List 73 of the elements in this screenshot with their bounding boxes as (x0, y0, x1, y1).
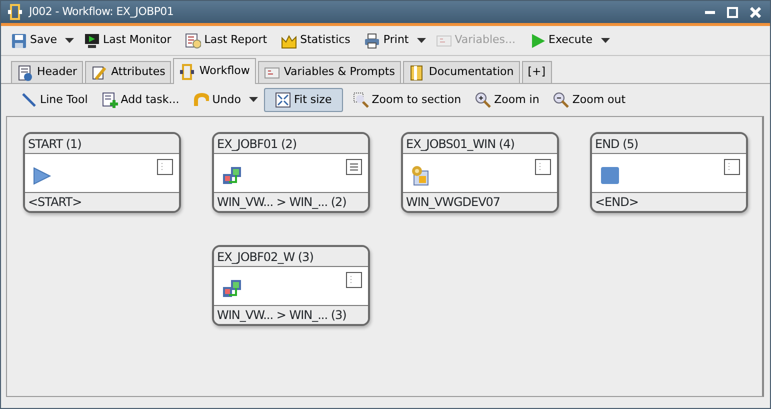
toolbar-button[interactable]: Add task... (98, 90, 184, 110)
workflow-node[interactable]: EX_JOBF01 (2) WIN_VW... > WIN_... (2) (212, 132, 370, 213)
empty-notes-icon[interactable] (346, 272, 362, 288)
window-title: J002 - Workflow: EX_JOBP01 (29, 4, 174, 20)
workflow-node[interactable]: END (5) <END> (590, 132, 748, 213)
notes-icon[interactable] (346, 159, 362, 175)
toolbar-button[interactable]: Zoom out (549, 90, 630, 110)
caret-icon[interactable] (248, 97, 258, 103)
tab[interactable]: Documentation (402, 61, 520, 83)
undo-icon (193, 92, 210, 108)
minimize-icon (705, 10, 715, 14)
end-square-icon (600, 166, 620, 186)
workflow-node[interactable]: START (1) <START> (23, 132, 181, 213)
toolbar-button[interactable]: Zoom to section (348, 90, 466, 110)
node-footer: <END> (592, 192, 746, 211)
node-title: START (1) (25, 134, 179, 154)
printer-icon (364, 32, 380, 48)
toolbar-button[interactable]: Statistics (277, 30, 354, 51)
node-footer: WIN_VW... > WIN_... (3) (214, 305, 368, 324)
tab[interactable]: Header (11, 61, 84, 83)
job-icon (411, 166, 431, 186)
caret-icon[interactable] (416, 38, 426, 44)
empty-notes-icon[interactable] (157, 159, 173, 175)
toolbar-button[interactable]: Zoom in (471, 90, 544, 110)
play-icon (530, 32, 546, 48)
file-transfer-icon (222, 279, 242, 299)
close-icon (750, 6, 761, 18)
toolbar-button[interactable]: Print (360, 30, 413, 51)
workflow-node[interactable]: EX_JOBF02_W (3) WIN_VW... > WIN_... (3) (212, 245, 370, 326)
zoom-in-icon (475, 92, 492, 108)
workflow-node[interactable]: EX_JOBS01_WIN (4) WIN_VWGDEV07 (401, 132, 559, 213)
report-icon (185, 32, 202, 48)
document-info-icon (17, 64, 33, 80)
variables-icon (436, 32, 452, 48)
node-footer: <START> (25, 192, 179, 211)
start-triangle-icon (33, 166, 53, 186)
node-title: EX_JOBF02_W (3) (214, 247, 368, 267)
toolbar-button[interactable]: Line Tool (17, 90, 92, 110)
maximize-icon (727, 6, 738, 18)
zoom-section-icon (352, 92, 369, 108)
pencil-icon (91, 64, 108, 80)
book-icon (408, 64, 425, 80)
add-task-icon (102, 92, 118, 108)
toolbar-button[interactable]: Last Monitor (80, 30, 176, 51)
fit-size-icon (274, 92, 291, 108)
workflow-icon (7, 4, 23, 20)
toolbar-button[interactable]: Save (7, 30, 62, 51)
empty-notes-icon[interactable] (535, 159, 551, 175)
caret-icon[interactable] (600, 38, 610, 44)
line-icon (21, 92, 37, 108)
node-title: END (5) (592, 134, 746, 154)
zoom-out-icon (553, 92, 570, 108)
node-footer: WIN_VW... > WIN_... (2) (214, 192, 368, 211)
node-footer: WIN_VWGDEV07 (403, 192, 557, 211)
file-transfer-icon (222, 166, 242, 186)
toolbar-button[interactable]: Fit size (264, 88, 343, 112)
empty-notes-icon[interactable] (724, 159, 740, 175)
monitor-icon (84, 32, 100, 48)
variables-icon (264, 64, 280, 80)
tab[interactable]: [+] (522, 61, 552, 83)
node-title: EX_JOBF01 (2) (214, 134, 368, 154)
workflow-icon (179, 64, 196, 80)
toolbar-button[interactable]: Undo (189, 90, 245, 110)
maximize-button[interactable] (724, 6, 741, 18)
close-button[interactable] (747, 6, 764, 18)
toolbar-button[interactable]: Execute (526, 30, 596, 51)
tab[interactable]: Workflow (173, 58, 256, 84)
save-icon (11, 32, 27, 48)
node-title: EX_JOBS01_WIN (4) (403, 134, 557, 154)
tab[interactable]: Attributes (85, 61, 172, 83)
toolbar-button[interactable]: Last Report (181, 30, 272, 51)
tab[interactable]: Variables & Prompts (258, 61, 401, 83)
caret-icon[interactable] (65, 38, 74, 44)
